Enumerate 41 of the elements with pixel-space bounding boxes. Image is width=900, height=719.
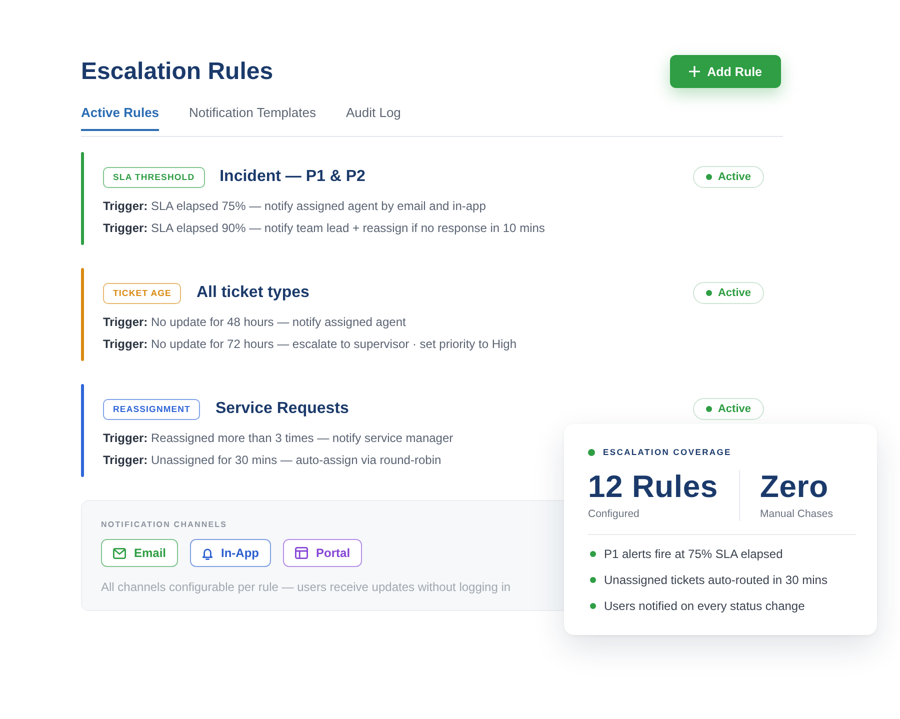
channels-note: All channels configurable per rule — users receive updates without logging in	[101, 579, 511, 595]
category-tag: TICKET AGE	[103, 282, 182, 304]
stat-label: Manual Chases	[760, 507, 833, 521]
dot-icon	[588, 448, 595, 456]
trigger-text: Trigger: No update for 72 hours — escalate to supervisor · set priority to High	[103, 336, 517, 353]
rule-title: Service Requests	[215, 400, 349, 418]
trigger-text: Trigger: No update for 48 hours — notify assigned agent	[103, 314, 406, 331]
stat-value: 12 Rules	[588, 470, 719, 504]
bullet-icon	[590, 551, 596, 557]
status-dot-icon	[706, 174, 712, 180]
stat-value: Zero	[760, 470, 830, 504]
trigger-text: Trigger: Reassigned more than 3 times — notify service manager	[103, 430, 454, 447]
tab[interactable]: Audit Log	[346, 98, 401, 131]
status-label: Active	[718, 287, 751, 299]
highlight-text: Unassigned tickets auto-routed in 30 mins	[604, 572, 828, 588]
status-dot-icon	[706, 290, 712, 296]
trigger-text: Trigger: SLA elapsed 90% — notify team lead + reassign if no response in 10 mins	[103, 220, 545, 237]
channel-button[interactable]: Email	[101, 539, 178, 567]
trigger-text: Trigger: SLA elapsed 75% — notify assigned agent by email and in-app	[103, 198, 486, 215]
card-heading: ESCALATION COVERAGE	[603, 446, 732, 458]
bullet-icon	[590, 603, 596, 609]
rule-title: Incident — P1 & P2	[220, 168, 366, 186]
bullet-icon	[590, 577, 596, 583]
status-label: Active	[718, 403, 751, 415]
tab[interactable]: Active Rules	[81, 98, 160, 131]
add-rule-button[interactable]: Add Rule	[670, 55, 781, 88]
trigger-text: Trigger: Unassigned for 30 mins — auto-assign via round-robin	[103, 452, 442, 469]
channel-button[interactable]: Portal	[283, 539, 362, 567]
page-title: Escalation Rules	[81, 57, 274, 87]
rule-title: All ticket types	[196, 284, 310, 302]
channel-button[interactable]: In-App	[190, 539, 272, 567]
plus-icon	[689, 66, 700, 77]
highlight-text: Users notified on every status change	[604, 598, 805, 614]
status-label: Active	[718, 171, 751, 183]
stat-label: Configured	[588, 507, 640, 521]
highlight-text: P1 alerts fire at 75% SLA elapsed	[604, 546, 783, 562]
section-label: NOTIFICATION CHANNELS	[101, 519, 228, 531]
category-tag: SLA THRESHOLD	[103, 166, 205, 188]
tab[interactable]: Notification Templates	[189, 98, 316, 131]
status-dot-icon	[706, 406, 712, 412]
category-tag: REASSIGNMENT	[103, 398, 200, 420]
